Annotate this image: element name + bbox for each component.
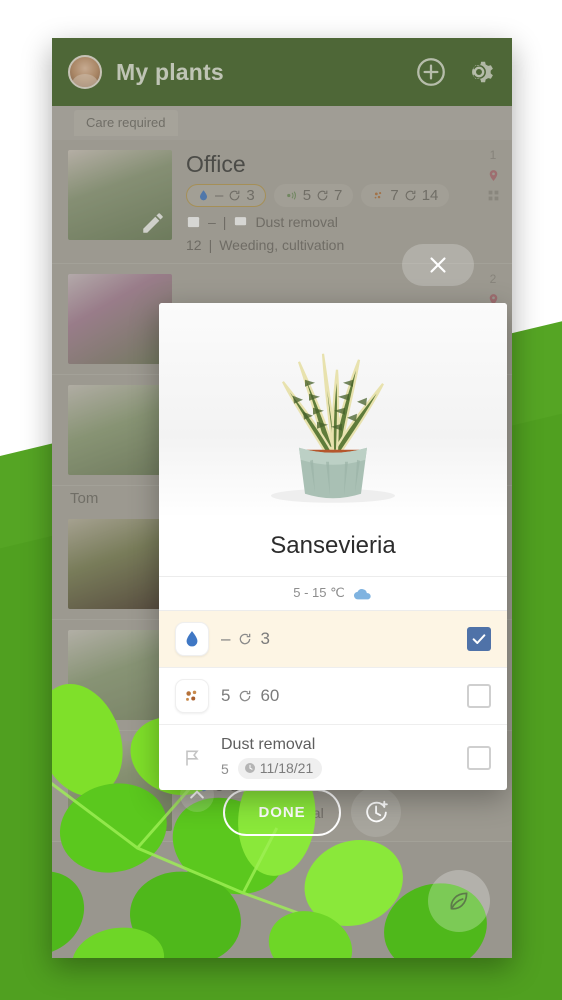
app-window: My plants Care required Office – 3 5 7 7…: [52, 38, 512, 958]
checkmark-icon: [472, 634, 486, 644]
task-checkbox-checked[interactable]: [467, 627, 491, 651]
task-name: Dust removal: [221, 736, 316, 753]
task-due-date: 11/18/21: [259, 760, 314, 776]
task-interval: 60: [260, 686, 280, 705]
clock-icon: [244, 763, 255, 773]
screenshot-root: My plants Care required Office – 3 5 7 7…: [0, 0, 562, 1000]
flag-icon: [175, 741, 209, 775]
fertilizer-icon: [175, 679, 209, 713]
temperature-range: 5 - 15 ℃: [159, 576, 507, 611]
temperature-text: 5 - 15 ℃: [293, 585, 345, 600]
task-amount: 5: [221, 760, 229, 777]
close-icon: [430, 257, 446, 273]
dialog-title: Sansevieria: [270, 532, 396, 559]
sansevieria-plant-photo: [271, 353, 395, 503]
task-meta: 5 11/18/21: [221, 758, 455, 779]
done-button[interactable]: DONE: [223, 789, 341, 836]
repeat-icon: [238, 632, 252, 646]
row-content: – 3: [221, 629, 455, 649]
task-due-date-chip[interactable]: 11/18/21: [237, 758, 323, 779]
snooze-button[interactable]: [351, 787, 401, 837]
task-checkbox-unchecked[interactable]: [467, 745, 491, 770]
cloud-icon: [353, 588, 371, 599]
leaf-icon: [450, 892, 468, 910]
row-content: Dust removal 5 11/18/21: [221, 736, 455, 779]
row-values: 5 60: [221, 686, 455, 706]
add-plant-fab[interactable]: [428, 870, 490, 932]
task-amount: 5: [221, 686, 231, 705]
task-amount: –: [221, 629, 231, 648]
care-task-row[interactable]: – 3: [159, 611, 507, 668]
care-task-row[interactable]: 5 60: [159, 668, 507, 725]
plant-photo: [159, 303, 507, 518]
close-button[interactable]: [402, 244, 474, 286]
row-values: – 3: [221, 629, 455, 649]
water-drop-icon: [175, 622, 209, 656]
clock-plus-icon: [365, 800, 388, 822]
row-content: 5 60: [221, 686, 455, 706]
task-interval: 3: [260, 629, 270, 648]
task-checkbox-unchecked[interactable]: [467, 684, 491, 708]
repeat-icon: [238, 689, 252, 703]
plant-care-dialog: Sansevieria 5 - 15 ℃ – 3 5 60 Dust remov…: [159, 303, 507, 790]
care-task-row[interactable]: Dust removal 5 11/18/21: [159, 725, 507, 790]
